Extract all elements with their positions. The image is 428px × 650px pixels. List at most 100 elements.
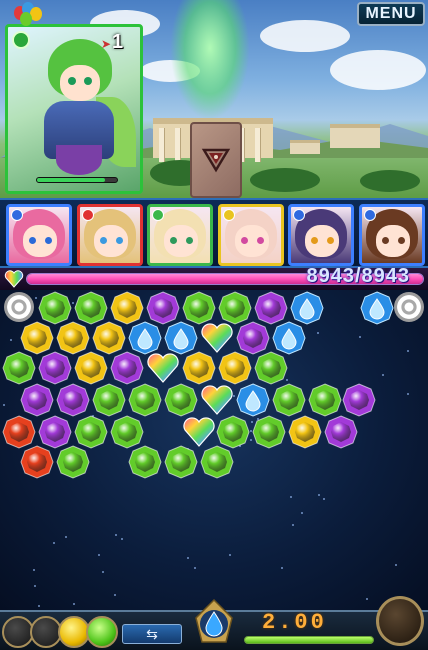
hero-hp-bar — [36, 177, 118, 183]
green-orb[interactable] — [92, 383, 126, 417]
green-orb[interactable] — [254, 351, 288, 385]
cloud — [260, 20, 350, 52]
enemy-card[interactable] — [190, 122, 242, 198]
bottom-bar: ⇆ 2.00 — [0, 596, 428, 650]
menu-button[interactable]: MENU — [357, 2, 425, 26]
green-orb[interactable] — [218, 291, 252, 325]
blue-orb[interactable] — [128, 321, 162, 355]
heart-orb[interactable] — [200, 321, 234, 355]
balloons-icon — [12, 2, 46, 26]
heart-icon — [4, 270, 24, 288]
spiral-icon[interactable] — [4, 292, 34, 322]
star — [121, 538, 124, 541]
party-member[interactable] — [147, 204, 213, 266]
party-member[interactable] — [217, 204, 284, 266]
star — [194, 567, 197, 570]
green-orb[interactable] — [56, 445, 90, 479]
heart-orb[interactable] — [182, 415, 216, 449]
red-orb[interactable] — [2, 415, 36, 449]
green-orb[interactable] — [128, 383, 162, 417]
purple-orb[interactable] — [146, 291, 180, 325]
red-orb[interactable] — [20, 445, 54, 479]
tornado-effect — [170, 0, 250, 120]
purple-orb[interactable] — [20, 383, 54, 417]
star — [406, 393, 409, 396]
star — [301, 511, 304, 514]
green-orb[interactable] — [252, 415, 286, 449]
green-orb[interactable] — [182, 291, 216, 325]
blue-orb[interactable] — [360, 291, 394, 325]
hp-text: 8943/8943 — [306, 265, 410, 287]
purple-orb[interactable] — [236, 321, 270, 355]
attribute-icon — [152, 209, 164, 221]
attribute-icon — [11, 209, 23, 221]
star — [228, 554, 231, 557]
orb-slot-green[interactable] — [86, 616, 118, 648]
yellow-orb[interactable] — [92, 321, 126, 355]
purple-orb[interactable] — [110, 351, 144, 385]
hero-face — [60, 65, 100, 101]
attribute-icon — [81, 209, 94, 221]
yellow-orb[interactable] — [218, 351, 252, 385]
yellow-orb[interactable] — [182, 351, 216, 385]
blue-orb[interactable] — [164, 321, 198, 355]
star — [365, 597, 368, 600]
spiral-icon[interactable] — [394, 292, 424, 322]
green-orb[interactable] — [74, 291, 108, 325]
yellow-orb[interactable] — [56, 321, 90, 355]
star — [281, 566, 284, 569]
green-orb[interactable] — [200, 445, 234, 479]
green-orb[interactable] — [38, 291, 72, 325]
heart-orb[interactable] — [200, 383, 234, 417]
party-member[interactable] — [6, 204, 72, 266]
blue-orb[interactable] — [290, 291, 324, 325]
skill-orb-button[interactable] — [376, 596, 424, 646]
green-orb[interactable] — [308, 383, 342, 417]
hero-hp-fill — [37, 178, 105, 182]
star — [97, 554, 100, 557]
heart-orb[interactable] — [146, 351, 180, 385]
shrub — [250, 168, 320, 192]
star — [101, 571, 104, 574]
star — [34, 296, 37, 299]
star — [2, 404, 5, 407]
green-orb[interactable] — [216, 415, 250, 449]
hero-eye — [68, 77, 76, 85]
purple-orb[interactable] — [38, 351, 72, 385]
temple-distant — [330, 124, 380, 148]
yellow-orb[interactable] — [20, 321, 54, 355]
timer-text: 2.00 — [262, 610, 327, 635]
green-orb[interactable] — [128, 445, 162, 479]
yellow-orb[interactable] — [110, 291, 144, 325]
green-orb[interactable] — [110, 415, 144, 449]
purple-orb[interactable] — [324, 415, 358, 449]
hero-leader-card[interactable]: ➤ 1 — [5, 24, 143, 194]
star — [10, 339, 13, 342]
purple-orb[interactable] — [56, 383, 90, 417]
blue-drop-icon[interactable] — [192, 598, 236, 648]
green-orb[interactable] — [164, 445, 198, 479]
purple-orb[interactable] — [38, 415, 72, 449]
party-member[interactable] — [288, 204, 354, 266]
party-bar — [0, 198, 428, 268]
star — [115, 533, 118, 536]
hp-bar-row: 8943/8943 — [0, 265, 428, 290]
party-member[interactable] — [358, 204, 425, 266]
swap-button[interactable]: ⇆ — [122, 624, 182, 644]
green-orb[interactable] — [2, 351, 36, 385]
purple-orb[interactable] — [254, 291, 288, 325]
member-eye — [256, 237, 264, 244]
member-eye — [45, 237, 52, 244]
purple-orb[interactable] — [342, 383, 376, 417]
green-orb[interactable] — [74, 415, 108, 449]
battle-scene: ➤ 1 MENU — [0, 0, 428, 200]
yellow-orb[interactable] — [288, 415, 322, 449]
party-member[interactable] — [76, 204, 143, 266]
blue-orb[interactable] — [236, 383, 270, 417]
green-orb[interactable] — [164, 383, 198, 417]
yellow-orb[interactable] — [74, 351, 108, 385]
blue-orb[interactable] — [272, 321, 306, 355]
puzzle-board[interactable] — [0, 290, 428, 610]
green-orb[interactable] — [272, 383, 306, 417]
timer-bar — [244, 636, 374, 644]
